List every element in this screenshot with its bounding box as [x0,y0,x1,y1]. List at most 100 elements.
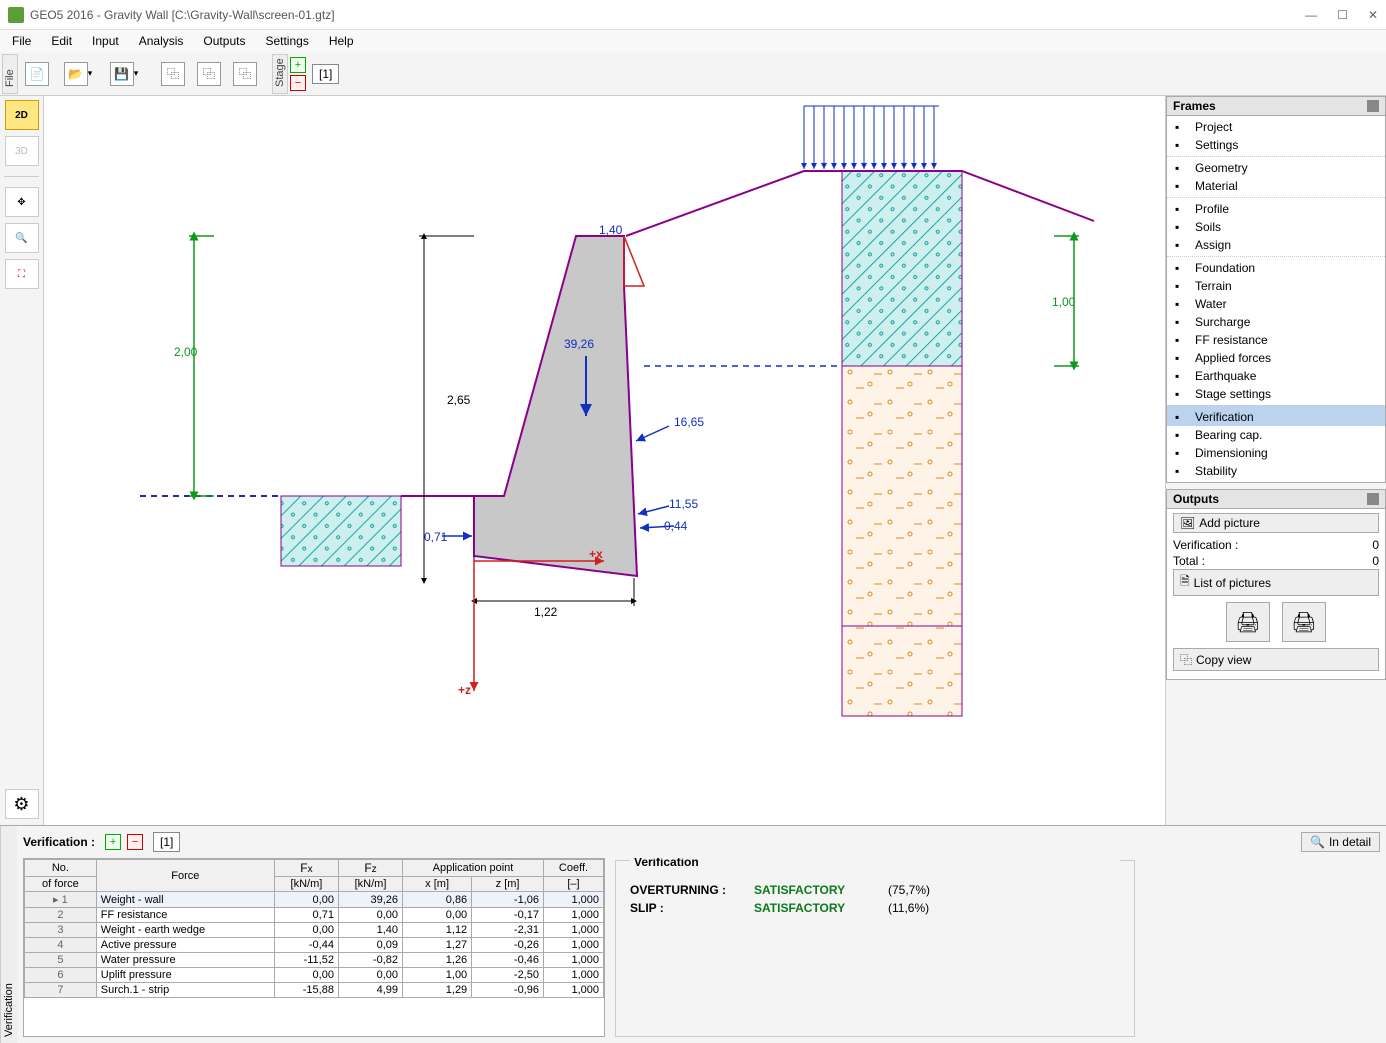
menu-outputs[interactable]: Outputs [195,32,253,50]
frame-item-label: Foundation [1195,261,1255,275]
outputs-header-label: Outputs [1173,492,1219,506]
paste-next-button[interactable]: ⿻ [228,56,262,92]
menu-file[interactable]: File [4,32,39,50]
zoom-box-button[interactable]: 🔍 [5,223,39,253]
frame-item-surcharge[interactable]: ▪Surcharge [1167,313,1385,331]
add-picture-button[interactable]: 🖼 Add picture [1173,513,1379,533]
table-row[interactable]: 6Uplift pressure0,000,001,00-2,501,000 [25,968,604,983]
save-file-button[interactable]: 💾▾ [102,56,146,92]
force-16-65: 16,65 [674,415,704,429]
frame-item-label: Settings [1195,138,1238,152]
frame-item-earthquake[interactable]: ▪Earthquake [1167,367,1385,385]
frame-item-label: Applied forces [1195,351,1271,365]
verification-result-box: Verification OVERTURNING : SATISFACTORY … [615,860,1135,1037]
magnifier-icon: 🔍 [1310,835,1325,849]
frames-header[interactable]: Frames [1166,96,1386,116]
collapse-icon[interactable] [1367,493,1379,505]
frame-item-label: FF resistance [1195,333,1268,347]
frame-item-bearing-cap-[interactable]: ▪Bearing cap. [1167,426,1385,444]
frame-item-icon: ▪ [1175,333,1189,347]
frame-item-icon: ▪ [1175,261,1189,275]
menu-analysis[interactable]: Analysis [131,32,192,50]
minimize-button[interactable]: — [1305,8,1317,22]
frame-item-icon: ▪ [1175,238,1189,252]
table-row[interactable]: 3Weight - earth wedge0,001,401,12-2,311,… [25,923,604,938]
drawing-canvas[interactable]: 2,00 1,00 2,65 1,40 0,71 [44,96,1166,825]
frame-item-label: Stage settings [1195,387,1271,401]
verification-add-button[interactable]: + [105,834,121,850]
frame-item-stage-settings[interactable]: ▪Stage settings [1167,385,1385,403]
frame-item-icon: ▪ [1175,410,1189,424]
frame-item-icon: ▪ [1175,446,1189,460]
table-row[interactable]: 7Surch.1 - strip-15,884,991,29-0,961,000 [25,983,604,998]
frame-item-ff-resistance[interactable]: ▪ FF resistance [1167,331,1385,349]
frame-item-settings[interactable]: ▪Settings [1167,136,1385,154]
dim-2-00: 2,00 [174,345,198,359]
frame-item-soils[interactable]: ▪Soils [1167,218,1385,236]
frame-item-label: Profile [1195,202,1229,216]
stage-number[interactable]: [1] [312,64,339,84]
stage-add-button[interactable]: + [290,57,306,73]
copy-button[interactable]: ⿻ [156,56,190,92]
stage-remove-button[interactable]: − [290,75,306,91]
frame-item-geometry[interactable]: ▪Geometry [1167,156,1385,177]
view-settings-button[interactable]: ⚙ [5,789,39,819]
frames-header-label: Frames [1173,99,1216,113]
verification-number[interactable]: [1] [153,832,180,852]
frame-item-applied-forces[interactable]: ▪Applied forces [1167,349,1385,367]
frame-item-label: Water [1195,297,1227,311]
frame-item-water[interactable]: ▪Water [1167,295,1385,313]
paste-button[interactable]: ⿻ [192,56,226,92]
frame-item-foundation[interactable]: ▪ Foundation [1167,256,1385,277]
frame-item-verification[interactable]: ▪Verification [1167,405,1385,426]
table-row[interactable]: 4Active pressure-0,440,091,27-0,261,000 [25,938,604,953]
menu-edit[interactable]: Edit [43,32,80,50]
frame-item-stability[interactable]: ▪Stability [1167,462,1385,480]
output-verif-count: 0 [1372,538,1379,552]
frame-item-project[interactable]: ▪Project [1167,118,1385,136]
frame-item-material[interactable]: ▪Material [1167,177,1385,195]
frames-list: ▪Project▪Settings▪Geometry▪Material▪Prof… [1166,116,1386,483]
open-file-button[interactable]: 📂▾ [56,56,100,92]
view-2d-button[interactable]: 2D [5,100,39,130]
collapse-icon[interactable] [1367,100,1379,112]
print-1-button[interactable]: 🖨 [1226,602,1270,642]
print-2-button[interactable]: 🖨 [1282,602,1326,642]
frame-item-dimensioning[interactable]: ▪Dimensioning [1167,444,1385,462]
table-row[interactable]: 5Water pressure-11,52-0,821,26-0,461,000 [25,953,604,968]
frame-item-icon: ▪ [1175,315,1189,329]
overturning-percent: (75,7%) [888,883,930,897]
pan-button[interactable]: ✥ [5,187,39,217]
table-row[interactable]: ▸ 1Weight - wall0,0039,260,86-1,061,000 [25,892,604,908]
frame-item-terrain[interactable]: ▪Terrain [1167,277,1385,295]
view-3d-button[interactable]: 3D [5,136,39,166]
copy-view-button[interactable]: ⿻ Copy view [1173,648,1379,671]
menubar: File Edit Input Analysis Outputs Setting… [0,30,1386,52]
slip-percent: (11,6%) [888,901,929,915]
verification-remove-button[interactable]: − [127,834,143,850]
menu-settings[interactable]: Settings [257,32,316,50]
overturning-label: OVERTURNING : [630,883,740,897]
list-of-pictures-button[interactable]: 🗎 List of pictures [1173,569,1379,596]
copy-icon: ⿻ [1180,651,1192,668]
menu-input[interactable]: Input [84,32,127,50]
close-button[interactable]: ✕ [1368,8,1378,22]
menu-help[interactable]: Help [321,32,362,50]
frame-item-profile[interactable]: ▪Profile [1167,197,1385,218]
new-file-button[interactable]: 📄 [20,56,54,92]
table-row[interactable]: 2FF resistance0,710,000,00-0,171,000 [25,908,604,923]
verification-label: Verification : [23,835,95,849]
in-detail-button[interactable]: 🔍 In detail [1301,832,1380,852]
maximize-button[interactable]: ☐ [1337,8,1348,22]
window-title: GEO5 2016 - Gravity Wall [C:\Gravity-Wal… [30,8,1305,22]
forces-table[interactable]: No. Force Fx Fz Application point Coeff.… [23,858,605,1037]
frame-item-icon: ▪ [1175,464,1189,478]
toolbar-stage-label: Stage [272,54,288,94]
force-39-26: 39,26 [564,337,594,351]
outputs-header[interactable]: Outputs [1166,489,1386,509]
zoom-fit-button[interactable]: ⛶ [5,259,39,289]
frame-item-assign[interactable]: ▪Assign [1167,236,1385,254]
frame-item-label: Material [1195,179,1238,193]
titlebar: GEO5 2016 - Gravity Wall [C:\Gravity-Wal… [0,0,1386,30]
overturning-status: SATISFACTORY [754,883,874,897]
